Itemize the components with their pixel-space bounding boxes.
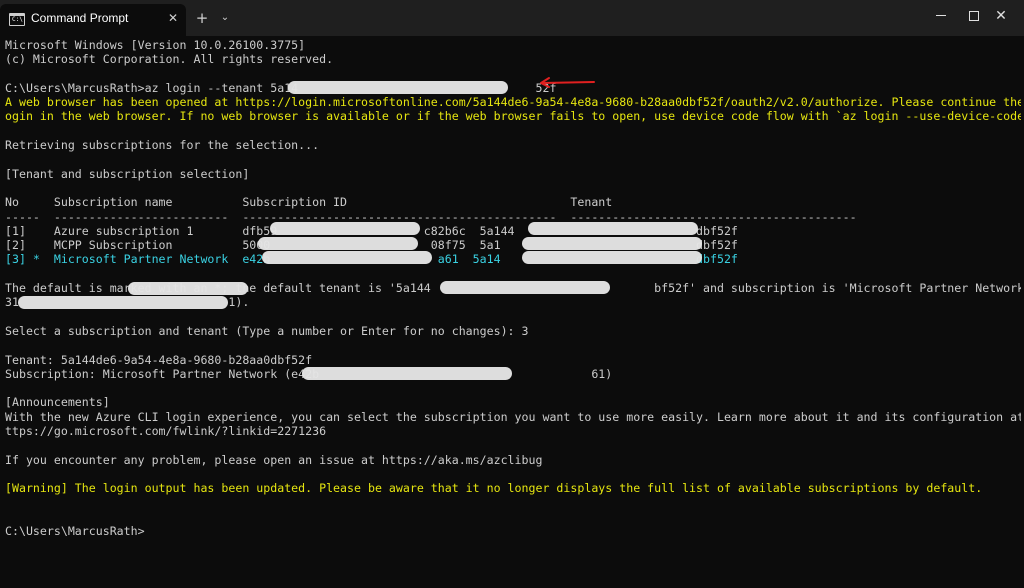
redaction-mark	[302, 367, 512, 380]
console-line: No Subscription name Subscription ID Ten…	[5, 195, 613, 210]
close-window-button[interactable]: ✕	[978, 0, 1024, 32]
redaction-mark	[258, 237, 418, 250]
console-line: C:\Users\MarcusRath>az login --tenant 5a…	[5, 80, 557, 95]
console-line: ogin in the web browser. If no web brows…	[5, 109, 1021, 124]
title-bar: C:\ Command Prompt ✕ + ⌄ ✕	[0, 0, 1024, 36]
console-line: If you encounter any problem, please ope…	[5, 452, 543, 467]
redaction-mark	[522, 251, 702, 264]
tab-command-prompt[interactable]: C:\ Command Prompt ✕	[0, 4, 186, 36]
close-icon: ✕	[995, 8, 1007, 24]
minimize-icon	[936, 15, 946, 16]
redaction-mark	[262, 251, 432, 264]
chevron-down-icon[interactable]: ⌄	[218, 9, 232, 27]
console-line: Retrieving subscriptions for the selecti…	[5, 138, 320, 153]
console-line: [Warning] The login output has been upda…	[5, 481, 983, 496]
terminal-icon: C:\	[9, 13, 25, 26]
console-line: [Announcements]	[5, 395, 110, 410]
console-line: C:\Users\MarcusRath>	[5, 524, 145, 539]
console-line: Tenant: 5a144de6-9a54-4e8a-9680-b28aa0db…	[5, 352, 313, 367]
console-line: [Tenant and subscription selection]	[5, 166, 250, 181]
console-line: [3] * Microsoft Partner Network e42b a61…	[5, 252, 738, 267]
console-line: (c) Microsoft Corporation. All rights re…	[5, 52, 334, 67]
console-line: ----- ------------------------- --------…	[5, 209, 857, 224]
console-line: [1] Azure subscription 1 dfb59 c82b6c 5a…	[5, 223, 738, 238]
terminal-icon-glyph: C:\	[12, 16, 23, 23]
redaction-mark	[128, 282, 248, 295]
redaction-mark	[522, 237, 702, 250]
redaction-mark	[528, 222, 698, 235]
redaction-mark	[18, 296, 228, 309]
console-line: Subscription: Microsoft Partner Network …	[5, 366, 613, 381]
console-line: A web browser has been opened at https:/…	[5, 95, 1021, 110]
redaction-mark	[270, 222, 420, 235]
tab-title: Command Prompt	[31, 11, 129, 25]
close-icon[interactable]: ✕	[165, 10, 181, 26]
console-line: With the new Azure CLI login experience,…	[5, 409, 1021, 424]
console-line: Select a subscription and tenant (Type a…	[5, 323, 529, 338]
console-line: Microsoft Windows [Version 10.0.26100.37…	[5, 38, 306, 52]
console-line: ttps://go.microsoft.com/fwlink/?linkid=2…	[5, 424, 327, 439]
plus-icon[interactable]: +	[193, 9, 211, 27]
redaction-mark	[440, 281, 610, 294]
redaction-mark	[288, 81, 508, 94]
console-line: [2] MCPP Subscription 5000 08f75 5a1 dbf…	[5, 238, 738, 253]
annotation-arrow-icon	[540, 77, 595, 88]
